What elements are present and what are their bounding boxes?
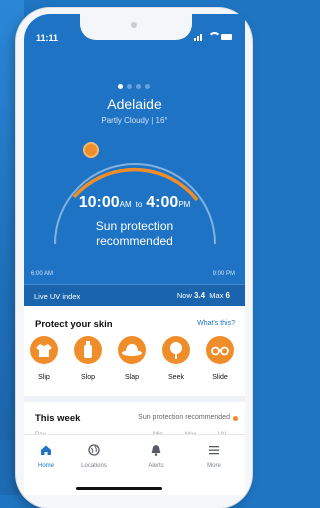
protection-end: 4:00 [146,194,179,211]
hero-panel: 11:11 Adelaide Partly Cloudy | 16° 10:00… [24,14,245,284]
skill-label: Slap [124,374,139,381]
skill-label: Slide [212,374,228,381]
protect-skin-section: Protect your skin What's this? Slip Slop [24,306,245,396]
protection-message-text: Sun protection recommended [95,219,174,248]
uv-now-label: Now [176,291,192,300]
tab-label: Locations [81,463,107,469]
skill-label: Slop [80,374,95,381]
uv-label: Live UV index [34,292,81,301]
sun-position-icon [83,142,99,158]
bell-icon [151,445,161,456]
menu-icon [209,446,219,455]
protection-end-suffix: PM [178,200,191,209]
sunscreen-icon [74,336,102,364]
skill-slip[interactable]: Slip [26,336,62,381]
tab-bar: Home Locations Alerts More [24,434,245,495]
week-status: Sun protection recommended [138,414,230,421]
app-screen: 11:11 Adelaide Partly Cloudy | 16° 10:00… [24,14,245,495]
tab-more[interactable]: More [192,443,236,469]
shade-tree-icon [162,336,190,364]
tab-alerts[interactable]: Alerts [134,443,178,469]
protection-start: 10:00 [78,194,120,211]
globe-icon [88,444,100,456]
tab-label: Home [37,463,54,469]
uv-max-label: Max [209,291,224,300]
skill-slop[interactable]: Slop [70,336,106,381]
shirt-icon [30,336,58,364]
week-title: This week [35,413,81,424]
skill-seek[interactable]: Seek [158,336,194,381]
skill-slap[interactable]: Slap [114,336,150,381]
tab-locations[interactable]: Locations [72,443,116,469]
protection-start-suffix: AM [119,200,132,209]
tab-home[interactable]: Home [24,443,68,469]
protect-title: Protect your skin [35,319,113,330]
week-status-dot [233,416,238,421]
uv-values: Now 3.4 Max 6 [177,291,230,300]
day-start-time: 6:00 AM [31,271,54,277]
tab-label: Alerts [148,463,164,469]
sunglasses-icon [206,336,234,364]
home-indicator [76,487,162,490]
skill-slide[interactable]: Slide [202,336,238,381]
tab-label: More [207,463,221,469]
uv-max-value: 6 [225,291,230,300]
protection-connector: to [135,200,143,209]
uv-now-value: 3.4 [193,291,206,300]
day-end-time: 9:00 PM [212,271,235,277]
hat-icon [118,336,146,364]
whats-this-link[interactable]: What's this? [197,320,235,327]
protection-times: 10:00AM to 4:00PM [24,194,245,212]
home-icon [41,445,51,455]
protection-message: Sun protection recommended [24,219,245,249]
uv-index-bar[interactable]: Live UV index Now 3.4 Max 6 [24,284,245,307]
skill-label: Slip [38,374,50,381]
skill-label: Seek [168,374,184,381]
